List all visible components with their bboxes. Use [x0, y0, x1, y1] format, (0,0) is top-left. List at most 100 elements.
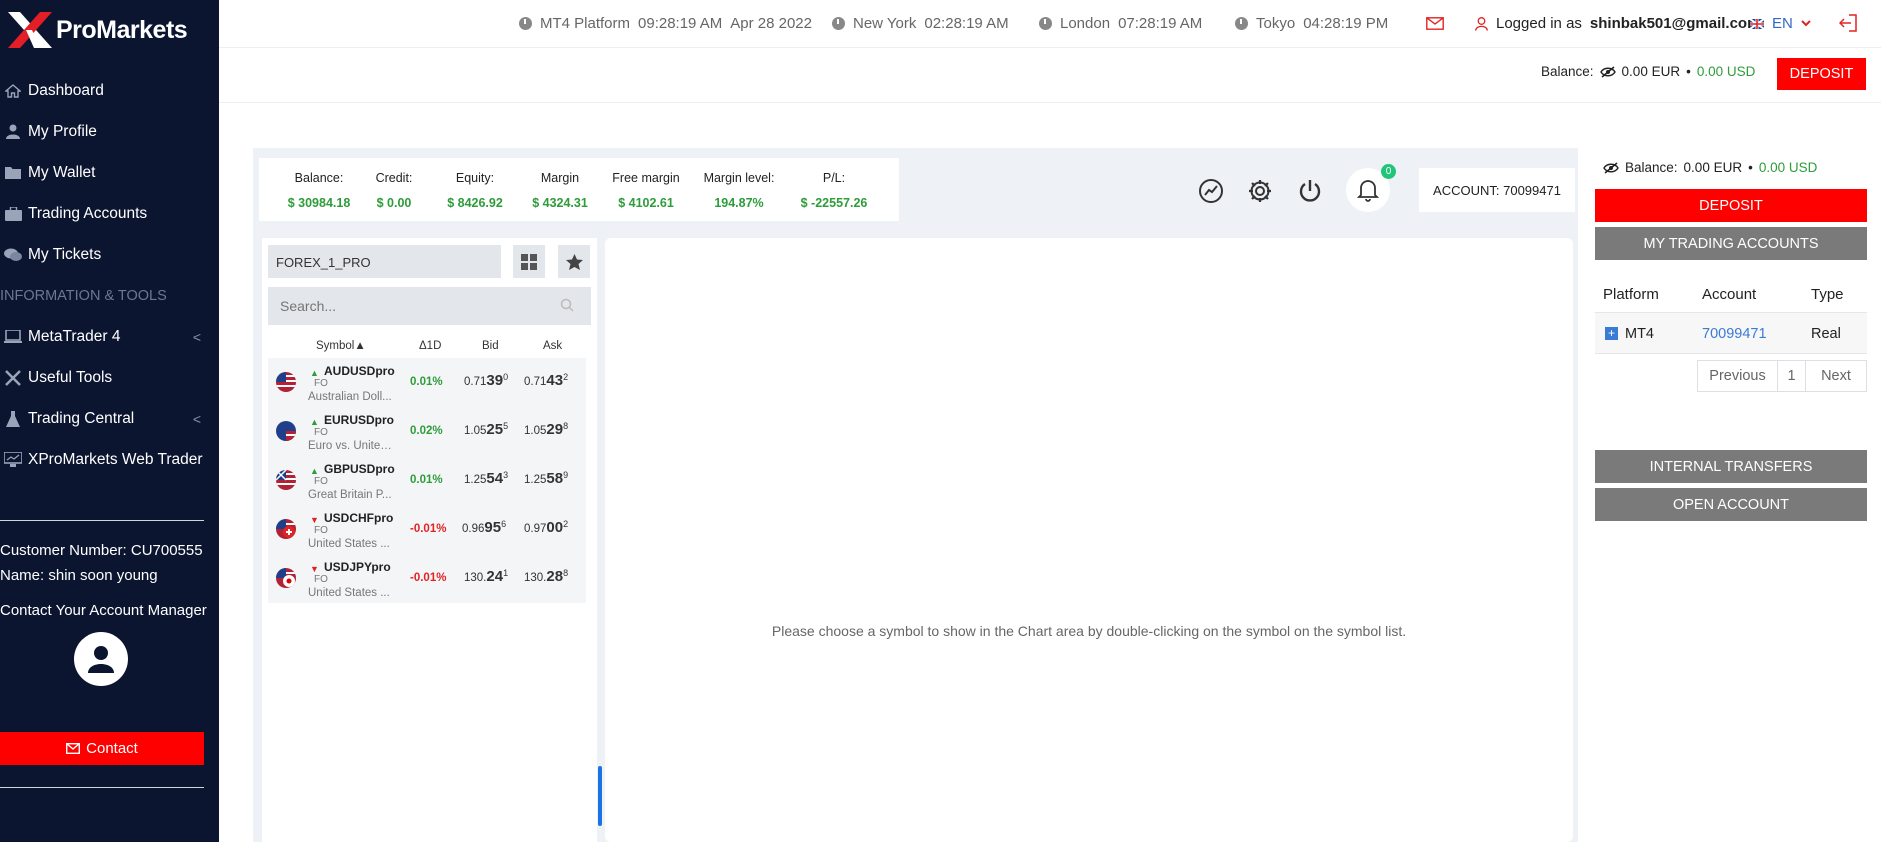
deposit-button[interactable]: DEPOSIT [1595, 189, 1867, 222]
symbol-bid: 0.71390 [464, 372, 508, 389]
expand-plus-icon[interactable]: + [1605, 327, 1618, 340]
stat-value: $ 0.00 [376, 196, 412, 210]
symbol-change: 0.02% [410, 425, 443, 437]
symbol-group-select[interactable]: FOREX_1_PRO [268, 245, 501, 278]
ask-pips: 43 [546, 372, 564, 389]
sidebar-item-web-trader[interactable]: XProMarkets Web Trader [0, 439, 219, 480]
symbol-row[interactable]: ▲ EURUSDpro FO Euro vs. United... 0.02% … [268, 407, 586, 456]
new-york-clock: New York 02:28:19 AM [832, 15, 1009, 32]
stat-value: $ 8426.92 [447, 196, 503, 210]
symbol-ask: 0.97002 [524, 519, 568, 536]
bid-prefix: 0.71 [464, 376, 487, 388]
column-header-bid[interactable]: Bid [482, 340, 499, 352]
logged-in-user[interactable]: Logged in as shinbak501@gmail.com [1475, 15, 1760, 32]
sidebar-item-my-wallet[interactable]: My Wallet [0, 152, 219, 193]
chart-stats-icon[interactable] [1196, 176, 1226, 206]
open-account-button[interactable]: OPEN ACCOUNT [1595, 488, 1867, 521]
row-type: Real [1811, 326, 1841, 342]
sidebar-item-my-tickets[interactable]: My Tickets [0, 234, 219, 275]
language-selector[interactable]: EN [1750, 15, 1811, 32]
sidebar-item-useful-tools[interactable]: Useful Tools [0, 357, 219, 398]
star-favorites-icon[interactable] [558, 245, 590, 278]
bid-fraction: 3 [503, 470, 509, 481]
column-header-label: Symbol [316, 340, 355, 352]
brand-logo[interactable]: ProMarkets [6, 10, 188, 50]
city-time: 07:28:19 AM [1118, 15, 1203, 32]
user-icon [2, 123, 24, 141]
account-manager-icon [88, 646, 114, 673]
symbol-bid: 1.25543 [464, 470, 508, 487]
column-header-change[interactable]: Δ1D [419, 340, 441, 352]
bid-fraction: 5 [503, 421, 509, 432]
sidebar-item-label: MetaTrader 4 [28, 327, 121, 345]
symbol-change: 0.01% [410, 474, 443, 486]
flask-icon [2, 410, 24, 428]
pagination-previous[interactable]: Previous [1697, 360, 1778, 392]
symbol-ask: 1.05298 [524, 421, 568, 438]
header-balance: Balance: 0.00 EUR • 0.00 USD [1541, 64, 1755, 79]
envelope-icon [66, 743, 81, 754]
home-icon [2, 82, 24, 100]
symbol-search-input[interactable] [268, 287, 591, 325]
symbol-row[interactable]: ▼ USDJPYpro FO United States ... -0.01% … [268, 554, 586, 603]
power-icon[interactable] [1295, 176, 1325, 206]
top-bar: MT4 Platform 09:28:19 AM Apr 28 2022 New… [219, 0, 1881, 48]
row-account-link[interactable]: 70099471 [1702, 326, 1767, 342]
down-triangle-icon: ▼ [310, 515, 319, 525]
column-header-platform: Platform [1603, 286, 1659, 303]
ask-fraction: 8 [563, 568, 569, 579]
sidebar-item-metatrader[interactable]: MetaTrader 4 < [0, 316, 219, 357]
pagination-page-1[interactable]: 1 [1777, 360, 1806, 392]
stat-value: $ 4324.31 [532, 196, 588, 210]
sidebar-item-label: My Tickets [28, 245, 102, 263]
symbol-row[interactable]: ▲ AUDUSDpro FO Australian Doll... 0.01% … [268, 358, 586, 407]
sort-asc-icon: ▲ [354, 340, 366, 352]
city-label: Tokyo [1256, 15, 1296, 32]
sidebar-item-trading-central[interactable]: Trading Central < [0, 398, 219, 439]
x-logo-icon [8, 12, 52, 48]
city-time: 04:28:19 PM [1303, 15, 1389, 32]
chart-area[interactable]: Please choose a symbol to show in the Ch… [605, 238, 1573, 842]
sidebar-item-dashboard[interactable]: Dashboard [0, 70, 219, 111]
bid-fraction: 6 [501, 519, 507, 530]
symbol-ask: 130.288 [524, 568, 568, 585]
chart-empty-message: Please choose a symbol to show in the Ch… [771, 623, 1407, 639]
header-deposit-button[interactable]: DEPOSIT [1777, 58, 1866, 90]
stat-margin-level: Margin level: 194.87% [699, 171, 779, 210]
clock-icon [1235, 17, 1248, 30]
stat-label: Equity: [455, 171, 495, 185]
platform-time: 09:28:19 AM [638, 15, 723, 32]
sidebar-item-my-profile[interactable]: My Profile [0, 111, 219, 152]
logout-icon[interactable] [1839, 14, 1857, 32]
symbol-row[interactable]: ▼ USDCHFpro FO United States ... -0.01% … [268, 505, 586, 554]
folder-icon [2, 164, 24, 182]
search-icon [560, 298, 574, 317]
sidebar-section-heading: INFORMATION & TOOLS [0, 287, 167, 304]
column-header-symbol[interactable]: Symbol▲ [316, 340, 366, 352]
contact-button[interactable]: Contact [0, 732, 204, 765]
chevron-left-icon: < [192, 410, 201, 427]
eye-slash-icon[interactable] [1603, 161, 1619, 174]
my-trading-accounts-button[interactable]: MY TRADING ACCOUNTS [1595, 227, 1867, 260]
column-header-ask[interactable]: Ask [543, 340, 562, 352]
table-divider [1595, 353, 1867, 354]
user-icon [1475, 16, 1488, 31]
gear-icon[interactable] [1245, 176, 1275, 206]
eye-slash-icon[interactable] [1599, 65, 1616, 78]
grid-view-icon[interactable] [513, 245, 545, 278]
mail-icon[interactable] [1426, 17, 1444, 30]
panel-resize-handle[interactable] [598, 766, 602, 826]
symbol-row[interactable]: ▲ GBPUSDpro FO Great Britain P... 0.01% … [268, 456, 586, 505]
balance-eur: 0.00 EUR [1683, 160, 1743, 175]
monitor-icon [2, 451, 24, 469]
internal-transfers-button[interactable]: INTERNAL TRANSFERS [1595, 450, 1867, 483]
logged-in-label: Logged in as [1496, 15, 1582, 32]
pagination-next[interactable]: Next [1805, 360, 1867, 392]
symbol-name: EURUSDpro [324, 413, 395, 427]
avatar [74, 632, 128, 686]
stat-label: Margin level: [703, 171, 775, 185]
bid-pips: 39 [486, 372, 504, 389]
symbol-tag: FO [314, 476, 328, 487]
sidebar-balance: Balance: 0.00 EUR • 0.00 USD [1603, 160, 1817, 175]
sidebar-item-trading-accounts[interactable]: Trading Accounts [0, 193, 219, 234]
